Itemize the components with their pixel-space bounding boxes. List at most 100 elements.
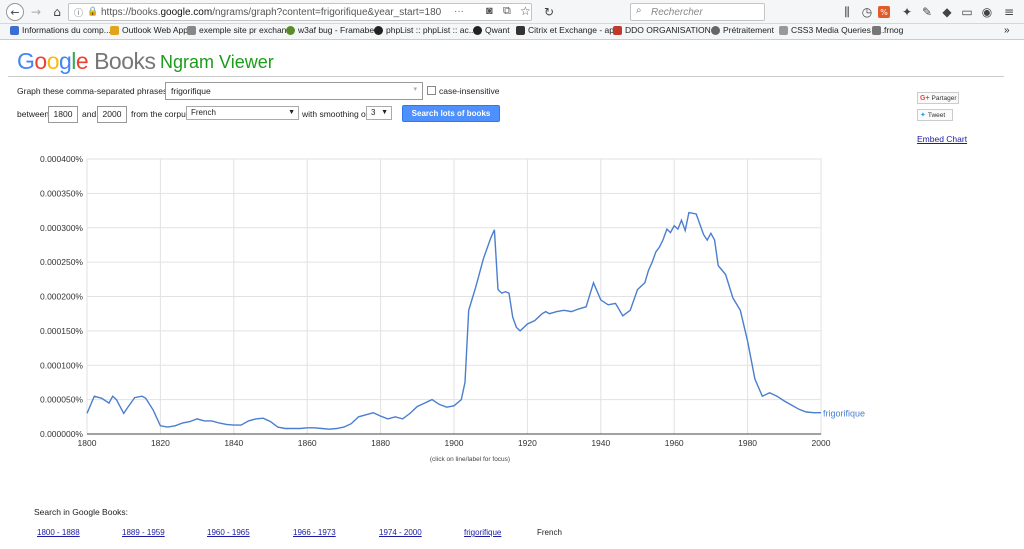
y-tick-label: 0.000250% [40,257,83,267]
dropdown-arrow-icon: ▼ [381,109,388,116]
extension-red-icon[interactable]: ✦ [898,3,916,21]
x-tick-label: 1900 [445,438,464,448]
bookmark-item[interactable]: CSS3 Media Queries T... [779,25,884,35]
x-tick-label: 2000 [812,438,831,448]
bookmarks-bar: Informations du comp... Outlook Web App … [0,24,1024,40]
x-tick-label: 1920 [518,438,537,448]
pocket-icon[interactable]: ◙ [486,5,493,17]
y-tick-label: 0.000100% [40,360,83,370]
back-arrow-icon[interactable]: ← [6,3,24,21]
info-icon[interactable]: ⓘ [74,6,83,19]
bookmark-item[interactable]: Qwant [473,25,510,35]
bookmark-star-icon[interactable]: ☆ [520,4,531,18]
folder-icon [187,25,196,35]
gplus-share-button[interactable]: G+ Partager [917,92,959,104]
series-label-frigorifique[interactable]: frigorifique [823,409,865,419]
search-icon: ⌕ [636,5,642,16]
bookmark-icon [286,25,295,35]
bookmark-icon [374,25,383,35]
dropdown-arrow-icon: ▼ [288,109,295,116]
google-books-logo[interactable]: Google Books [17,48,156,75]
x-tick-label: 1940 [591,438,610,448]
dropdown-arrow-icon: ▾ [413,86,417,93]
extension-percent-icon[interactable]: % [878,6,890,18]
search-books-button[interactable]: Search lots of books [402,105,500,122]
bookmark-item[interactable]: w3af bug - Framabee [286,25,379,35]
y-tick-label: 0.000200% [40,292,83,302]
extension-drop-icon[interactable]: ◆ [938,3,956,21]
library-icon[interactable]: ⫼ [838,3,856,21]
bookmark-icon [872,25,881,35]
twitter-icon: ✦ [920,112,926,119]
bookmark-item[interactable]: phpList :: phpList :: ac... [374,25,476,35]
smoothing-label: with smoothing of [302,109,369,119]
y-tick-label: 0.000400% [40,154,83,164]
header-divider [8,76,1004,77]
x-tick-label: 1880 [371,438,390,448]
url-text[interactable]: https://books.google.com/ngrams/graph?co… [101,7,441,18]
chart-grid [86,158,822,435]
book-range-link[interactable]: 1800 - 1888 [37,528,80,537]
x-tick-label: 1960 [665,438,684,448]
search-in-books-label: Search in Google Books: [34,507,129,517]
bookmark-item[interactable]: Citrix et Exchange - ap... [516,25,621,35]
product-title: Ngram Viewer [160,52,274,72]
reload-icon[interactable]: ↻ [540,3,558,21]
chart-note: (click on line/label for focus) [430,456,510,463]
screenshot-icon[interactable]: ⧉ [503,5,511,18]
bookmark-item[interactable]: Prétraitement [711,25,774,35]
tweet-button[interactable]: ✦ Tweet [917,109,953,121]
between-label: between [17,109,50,119]
bookmark-icon [473,25,482,35]
x-tick-label: 1800 [78,438,97,448]
home-icon[interactable]: ⌂ [48,3,66,21]
gplus-icon: G+ [920,94,930,102]
year-start-input[interactable]: 1800 [48,106,78,123]
more-icon[interactable]: ··· [454,6,464,17]
embed-chart-link[interactable]: Embed Chart [917,134,967,144]
y-tick-label: 0.000150% [40,326,83,336]
bookmark-item[interactable]: Outlook Web App [110,25,188,35]
browser-search-input[interactable]: ⌕ Rechercher [630,3,765,21]
book-range-link[interactable]: 1966 - 1973 [293,528,336,537]
case-insensitive-checkbox[interactable] [427,86,436,95]
y-tick-label: 0.000350% [40,188,83,198]
book-range-link[interactable]: frigorifique [464,528,501,537]
corpus-text: French [537,528,562,537]
y-tick-label: 0.000050% [40,395,83,405]
bookmark-icon [711,25,720,35]
bookmark-item[interactable]: DDO ORGANISATION ... [613,25,720,35]
y-axis: 0.000000%0.000050%0.000100%0.000150%0.00… [40,154,83,439]
corpus-label: from the corpus [131,109,191,119]
bookmark-item[interactable]: exemple site pr exchan... [187,25,294,35]
x-tick-label: 1820 [151,438,170,448]
lock-icon: 🔒 [87,6,99,16]
book-range-link[interactable]: 1889 - 1959 [122,528,165,537]
bookmark-item[interactable]: frnog [872,25,903,35]
url-bar[interactable]: ⓘ 🔒 https://books.google.com/ngrams/grap… [68,3,532,21]
history-icon[interactable]: ◷ [858,3,876,21]
extension-wrench-icon[interactable]: ✎ [918,3,936,21]
phrases-label: Graph these comma-separated phrases: [17,86,170,96]
smoothing-select[interactable]: 3 ▼ [366,106,392,120]
sidebar-icon[interactable]: ▭ [958,3,976,21]
bookmark-icon [10,25,19,35]
bookmark-item[interactable]: Informations du comp... [10,25,111,35]
corpus-select[interactable]: French ▼ [186,106,299,120]
forward-arrow-icon[interactable]: → [27,3,45,21]
book-range-link[interactable]: 1974 - 2000 [379,528,422,537]
account-icon[interactable]: ◉ [978,3,996,21]
bookmarks-overflow-icon[interactable]: » [1004,25,1010,36]
bookmark-icon [110,25,119,35]
x-tick-label: 1980 [738,438,757,448]
book-range-link[interactable]: 1960 - 1965 [207,528,250,537]
menu-icon[interactable]: ≡ [1000,3,1018,21]
x-axis: 1800 1820 1840 1860 1880 1900 1920 1940 1960 1980… [78,433,831,448]
year-end-input[interactable]: 2000 [97,106,127,123]
phrases-input[interactable]: frigorifique ▾ [165,82,423,100]
bookmark-icon [779,25,788,35]
and-label: and [82,109,97,119]
x-tick-label: 1840 [224,438,243,448]
x-tick-label: 1860 [298,438,317,448]
ngram-chart[interactable]: 0.000000%0.000050%0.000100%0.000150%0.00… [0,145,1024,470]
